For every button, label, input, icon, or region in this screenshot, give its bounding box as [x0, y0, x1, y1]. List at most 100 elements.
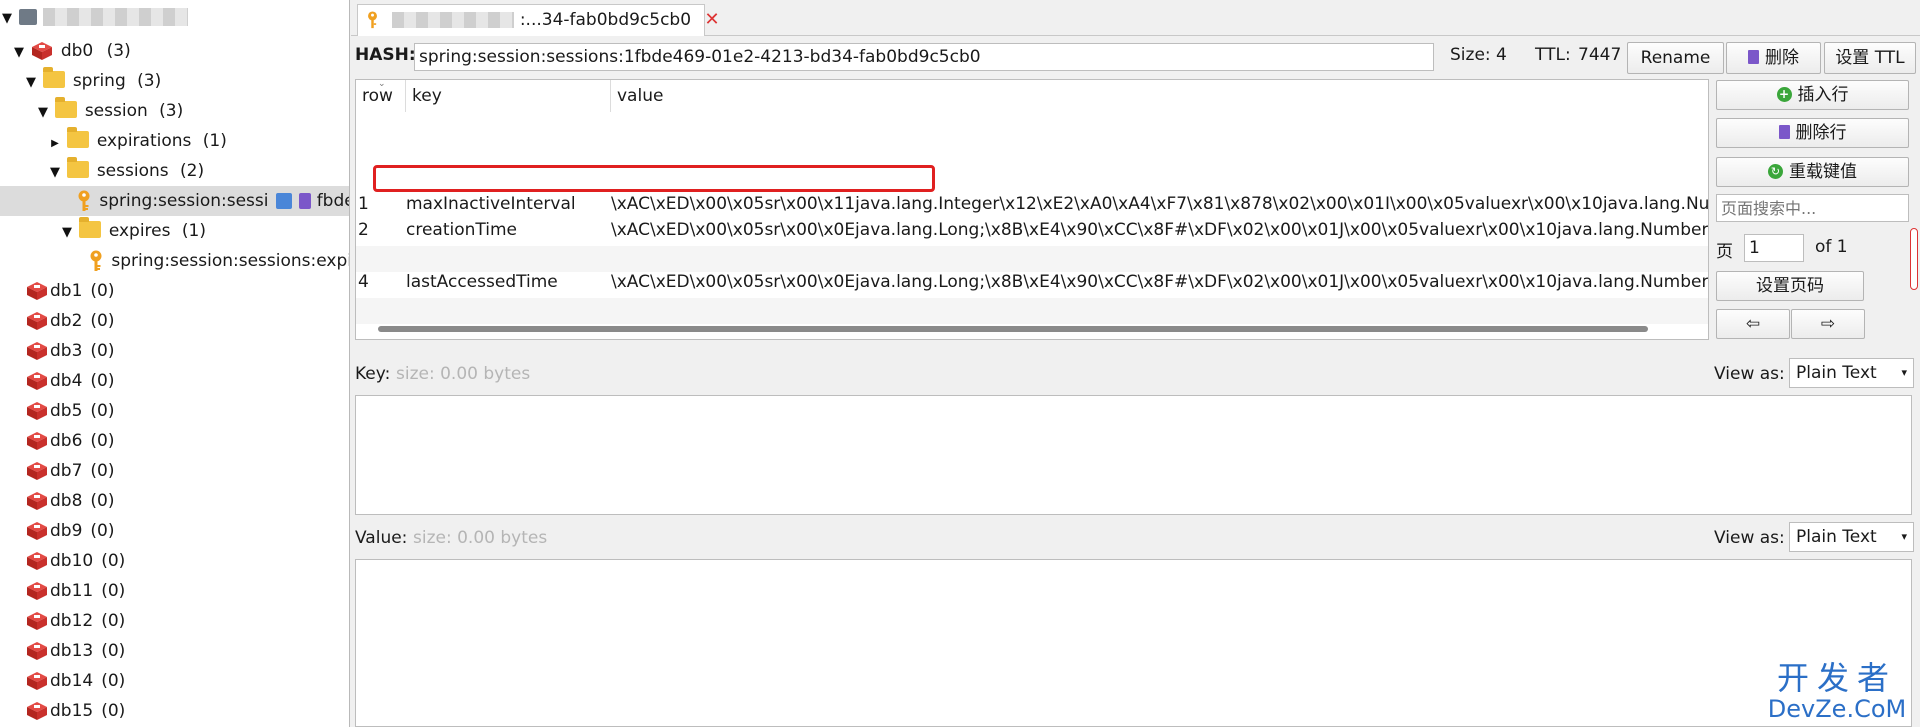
- next-page-button[interactable]: ⇨: [1791, 309, 1865, 339]
- tree-item-db10[interactable]: db10 (0): [0, 546, 349, 576]
- tree-label: db10: [50, 551, 94, 571]
- delete-key-button[interactable]: 删除: [1726, 42, 1821, 74]
- tree-count: (0): [90, 521, 115, 541]
- tree-label: spring: [72, 71, 126, 91]
- highlight-annotation-box: [373, 165, 935, 192]
- delete-key-label: 删除: [1765, 48, 1799, 68]
- page-number-input[interactable]: 1: [1744, 234, 1804, 262]
- tree-item-db6[interactable]: db6 (0): [0, 426, 349, 456]
- tree-item-db4[interactable]: db4 (0): [0, 366, 349, 396]
- close-icon[interactable]: ✕: [704, 9, 719, 30]
- key-view-format: Plain Text: [1796, 363, 1877, 383]
- tree-item-session[interactable]: ▼ session (3): [0, 96, 349, 128]
- folder-icon: [67, 126, 90, 148]
- tree-item-db0[interactable]: ▼ db0 (3): [0, 36, 349, 68]
- folder-icon: [55, 96, 78, 118]
- tree-label: spring:session:sessions:expi: [111, 251, 350, 271]
- tab-session-key[interactable]: :...34-fab0bd9c5cb0 ✕: [357, 4, 720, 36]
- tree-count: (1): [181, 221, 206, 241]
- tree-label: session: [84, 101, 148, 121]
- trash-icon: [1748, 50, 1759, 64]
- horizontal-scrollbar[interactable]: [378, 326, 1648, 332]
- tree-count: (3): [159, 101, 184, 121]
- tree-count: (0): [90, 431, 115, 451]
- collapse-arrow-icon[interactable]: ▼: [36, 98, 50, 128]
- connection-name-redacted: [42, 8, 188, 26]
- prev-page-button[interactable]: ⇦: [1716, 309, 1790, 339]
- reload-value-button[interactable]: ↻ 重载键值: [1716, 157, 1909, 187]
- tree-root-connection[interactable]: ▼: [0, 2, 349, 34]
- tree-item-db3[interactable]: db3 (0): [0, 336, 349, 366]
- tree-item-db1[interactable]: db1 (0): [0, 276, 349, 306]
- column-header-value[interactable]: value: [611, 80, 1708, 112]
- expand-arrow-icon[interactable]: ▶: [48, 129, 62, 159]
- rename-button[interactable]: Rename: [1627, 42, 1724, 74]
- value-editor[interactable]: [355, 559, 1912, 727]
- insert-row-button[interactable]: + 插入行: [1716, 80, 1909, 110]
- database-icon: [27, 342, 47, 360]
- tree-count: (0): [101, 611, 126, 631]
- delete-row-button[interactable]: 删除行: [1716, 118, 1909, 148]
- value-view-as-label: View as:: [1714, 528, 1785, 548]
- tree-item-db12[interactable]: db12 (0): [0, 606, 349, 636]
- set-ttl-button[interactable]: 设置 TTL: [1824, 42, 1916, 74]
- folder-icon: [79, 216, 102, 238]
- table-row[interactable]: 4 lastAccessedTime \xAC\xED\x00\x05sr\x00\…: [356, 269, 1708, 295]
- set-page-button[interactable]: 设置页码: [1716, 271, 1864, 301]
- table-row[interactable]: 1 maxInactiveInterval \xAC\xED\x00\x05sr\x…: [356, 191, 1708, 217]
- hash-key-name-input[interactable]: spring:session:sessions:1fbde469-01e2-42…: [414, 43, 1434, 71]
- database-icon: [32, 42, 53, 60]
- vertical-scrollbar[interactable]: [1910, 228, 1918, 290]
- database-icon: [27, 402, 47, 420]
- tree-item-sessions[interactable]: ▼ sessions (2): [0, 156, 349, 188]
- collapse-arrow-icon[interactable]: ▼: [48, 158, 62, 188]
- database-icon: [27, 432, 47, 450]
- tree-count: (0): [101, 671, 126, 691]
- tree-item-db7[interactable]: db7 (0): [0, 456, 349, 486]
- tree-item-db9[interactable]: db9 (0): [0, 516, 349, 546]
- blue-tag-icon: [275, 193, 292, 209]
- chevron-down-icon: ▾: [1901, 530, 1907, 543]
- cell-value: \xAC\xED\x00\x05sr\x00\x0Ejava.lang.Long…: [611, 220, 1709, 240]
- tree-item-db11[interactable]: db11 (0): [0, 576, 349, 606]
- collapse-arrow-icon[interactable]: ▼: [24, 68, 38, 98]
- tree-count: (3): [137, 71, 162, 91]
- watermark: 开发者 DevZe.CoM: [1762, 660, 1912, 722]
- tree-item-db2[interactable]: db2 (0): [0, 306, 349, 336]
- tree-item-db5[interactable]: db5 (0): [0, 396, 349, 426]
- collapse-arrow-icon[interactable]: ▼: [12, 38, 26, 68]
- tree-count: (0): [101, 551, 126, 571]
- database-icon: [27, 372, 47, 390]
- folder-icon: [43, 66, 66, 88]
- column-header-key[interactable]: key: [406, 80, 611, 112]
- tree-item-expirations[interactable]: ▶ expirations (1): [0, 126, 349, 159]
- tree-item-db15[interactable]: db15 (0): [0, 696, 349, 726]
- tree-item-spring[interactable]: ▼ spring (3): [0, 66, 349, 98]
- tree-count: (0): [90, 281, 115, 301]
- key-view-as-select[interactable]: Plain Text ▾: [1789, 358, 1914, 388]
- key-editor[interactable]: [355, 395, 1912, 515]
- table-row[interactable]: 2 creationTime \xAC\xED\x00\x05sr\x00\x0Ej…: [356, 217, 1709, 243]
- database-icon: [27, 282, 47, 300]
- database-icon: [27, 312, 47, 330]
- tree-count: (0): [101, 641, 126, 661]
- arrow-left-icon: ⇦: [1745, 314, 1761, 334]
- tree-item-expires-key[interactable]: spring:session:sessions:expi: [0, 246, 350, 276]
- tree-item-expires[interactable]: ▼ expires (1): [0, 216, 349, 248]
- chevron-down-icon: ▾: [1901, 366, 1907, 379]
- tree-item-db8[interactable]: db8 (0): [0, 486, 349, 516]
- tree-item-db13[interactable]: db13 (0): [0, 636, 349, 666]
- tree-item-db14[interactable]: db14 (0): [0, 666, 349, 696]
- tree-item-selected-session-key[interactable]: spring:session:sessi fbde: [0, 186, 349, 216]
- tree-label: db7: [50, 461, 83, 481]
- value-view-as-select[interactable]: Plain Text ▾: [1789, 522, 1914, 552]
- collapse-arrow-icon[interactable]: ▼: [0, 4, 14, 34]
- tree-count: (3): [106, 41, 131, 61]
- collapse-arrow-icon[interactable]: ▼: [60, 218, 74, 248]
- tree-count: (0): [90, 371, 115, 391]
- column-header-row[interactable]: row ⌄: [356, 80, 406, 112]
- page-search-input[interactable]: [1716, 194, 1909, 222]
- empty-row-stripe: [356, 246, 1708, 272]
- tree-count: (0): [101, 581, 126, 601]
- tree-label: db4: [50, 371, 83, 391]
